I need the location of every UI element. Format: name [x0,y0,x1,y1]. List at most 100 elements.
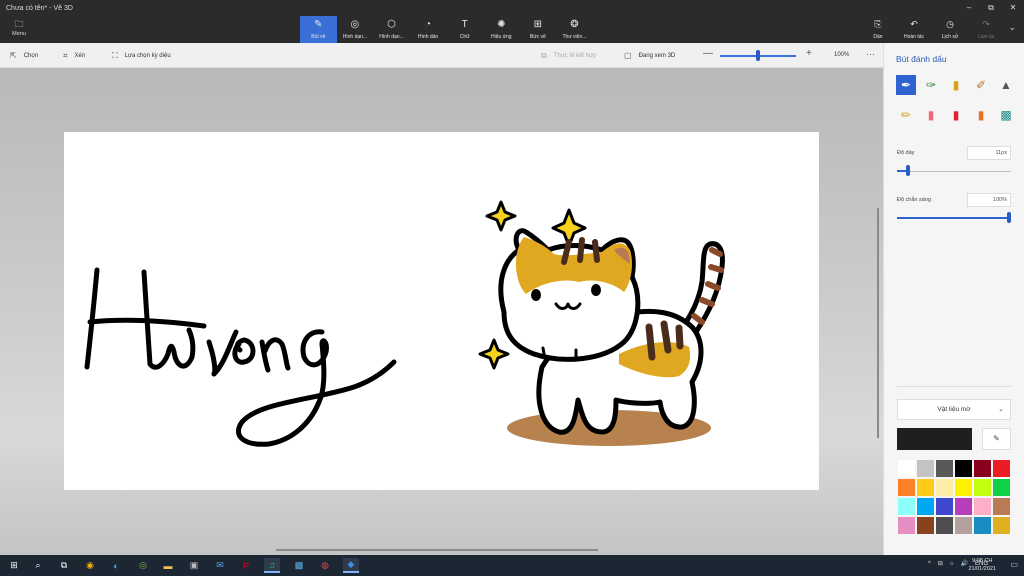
zoom-slider-thumb[interactable] [756,50,760,61]
redo-button[interactable]: ↷ Làm lại [968,16,1004,40]
tool-canvas[interactable]: ⊞ Bức vẽ [520,16,557,43]
color-swatch[interactable] [897,497,916,516]
pencil-icon[interactable]: ✏ [896,105,916,125]
close-button[interactable]: ✕ [1002,0,1024,16]
crayon-icon[interactable]: ▮ [946,105,966,125]
color-swatch[interactable] [935,516,954,535]
select-label: Chọn [23,52,39,59]
chevron-down-icon[interactable]: ⌄ [1008,22,1016,33]
eraser-icon[interactable]: ▮ [921,105,941,125]
opacity-slider-thumb[interactable] [1007,212,1011,223]
view-3d-button[interactable]: ▢ Đang xem 3D [624,51,675,60]
menu-button[interactable]: 🗀 Menu [8,20,30,38]
title-bar: Chưa có tên* - Vẽ 3D – ⧉ ✕ 🗀 Menu ✎ Bút … [0,0,1024,43]
current-color-swatch[interactable] [897,428,972,450]
color-swatch[interactable] [897,459,916,478]
brush-row-2: ✏ ▮ ▮ ▮ ▩ [896,105,1016,125]
color-swatch[interactable] [954,516,973,535]
vertical-scrollbar[interactable] [877,208,879,438]
color-swatch[interactable] [897,516,916,535]
mixed-reality-label: Thực tế kết hợp [553,53,597,59]
select-button[interactable]: ⇱ Chọn [10,51,38,60]
history-button[interactable]: ◷ Lịch sử [932,16,968,40]
main-toolbar: ✎ Bút vẽ ◎ Hình dạn... ⬡ Hình dạn... ◔ H… [300,16,593,43]
color-swatch[interactable] [973,478,992,497]
drawing-canvas[interactable] [64,132,819,490]
color-swatch[interactable] [935,478,954,497]
spray-can-icon[interactable]: ▮ [971,105,991,125]
color-swatch[interactable] [992,478,1011,497]
color-swatch[interactable] [916,497,935,516]
color-swatch[interactable] [973,459,992,478]
color-swatch[interactable] [954,459,973,478]
fill-bucket-icon[interactable]: ▩ [996,105,1016,125]
color-swatch[interactable] [916,459,935,478]
color-swatch[interactable] [954,478,973,497]
color-swatch[interactable] [992,497,1011,516]
mixed-reality-button[interactable]: ⧉ Thực tế kết hợp [541,51,596,61]
folder-icon[interactable]: ▬ [160,558,176,573]
show-hidden-icon[interactable]: ^ [928,561,931,567]
color-swatch[interactable] [897,478,916,497]
photos-icon[interactable]: ▩ [291,558,307,573]
material-dropdown[interactable]: Vật liệu mờ ⌄ [897,399,1011,420]
undo-button[interactable]: ↶ Hoàn tác [896,16,932,40]
pinterest-icon[interactable]: P [238,558,254,573]
tool-effects[interactable]: ✺ Hiệu ứng [483,16,520,43]
paste-button[interactable]: ⎘ Dán [860,16,896,40]
volume-icon[interactable]: 🔊 [961,560,968,567]
color-swatch[interactable] [916,478,935,497]
color-swatch[interactable] [973,497,992,516]
tool-2d-shapes[interactable]: ◎ Hình dạn... [337,16,374,43]
mail-icon[interactable]: ✉ [212,558,228,573]
color-swatch[interactable] [935,459,954,478]
eyedropper-icon[interactable]: ✎ [982,428,1011,450]
crop-button[interactable]: ⌗ Xén [63,51,85,61]
app-icon[interactable]: ◎ [135,558,151,573]
tool-brushes[interactable]: ✎ Bút vẽ [300,16,337,43]
marker-brush-icon[interactable]: ✒ [896,75,916,95]
color-swatch[interactable] [935,497,954,516]
thickness-slider-thumb[interactable] [906,165,911,176]
zoom-in-button[interactable]: + [806,48,812,59]
canvas-icon: ⊞ [533,19,543,30]
magic-select-button[interactable]: ⛶ Lựa chọn kỳ diệu [112,51,171,61]
tool-3d-shapes[interactable]: ⬡ Hình dạn... [373,16,410,43]
opacity-input[interactable]: 100% [967,193,1011,207]
tool-library[interactable]: ❂ Thư viện... [556,16,593,43]
color-swatch[interactable] [954,497,973,516]
chrome-icon[interactable]: ◉ [82,558,98,573]
search-icon[interactable]: ⌕ [30,558,46,573]
color-swatch[interactable] [992,459,1011,478]
more-options-button[interactable]: ··· [866,49,875,59]
thickness-input[interactable]: 11px [967,146,1011,160]
paint3d-icon[interactable]: ◆ [343,558,359,573]
thickness-slider[interactable] [897,171,1011,172]
maximize-button[interactable]: ⧉ [980,0,1002,16]
tool-stickers[interactable]: ◔ Hình dán [410,16,447,43]
tool-text[interactable]: T Chữ [446,16,483,43]
oil-brush-icon[interactable]: ▮ [946,75,966,95]
pixel-pen-icon[interactable]: ▲ [996,75,1016,95]
redo-label: Làm lại [977,34,995,40]
color-swatch[interactable] [916,516,935,535]
horizontal-scrollbar[interactable] [276,549,598,551]
watercolor-icon[interactable]: ✐ [971,75,991,95]
thickness-label: Độ dày [897,150,915,156]
notification-icon[interactable]: ▭ [1010,560,1018,569]
spotify-icon[interactable]: ♫ [264,558,280,573]
color-swatch[interactable] [973,516,992,535]
app-tray-icon[interactable]: ⊟ [938,560,943,567]
view-3d-label: Đang xem 3D [638,52,676,59]
edge-icon[interactable]: ◐ [108,558,124,573]
task-view-icon[interactable]: ⧉ [56,558,72,573]
windows-icon[interactable]: ⊞ [6,558,22,573]
calligraphy-pen-icon[interactable]: ✑ [921,75,941,95]
color-swatch[interactable] [992,516,1011,535]
clock[interactable]: 9:08 CH 21/01/2021 [968,557,996,573]
minimize-button[interactable]: – [958,0,980,16]
zoom-out-button[interactable]: — [703,48,713,59]
network-icon[interactable]: ⌂ [950,561,954,567]
store-icon[interactable]: ▣ [186,558,202,573]
app-icon[interactable]: ◍ [317,558,333,573]
